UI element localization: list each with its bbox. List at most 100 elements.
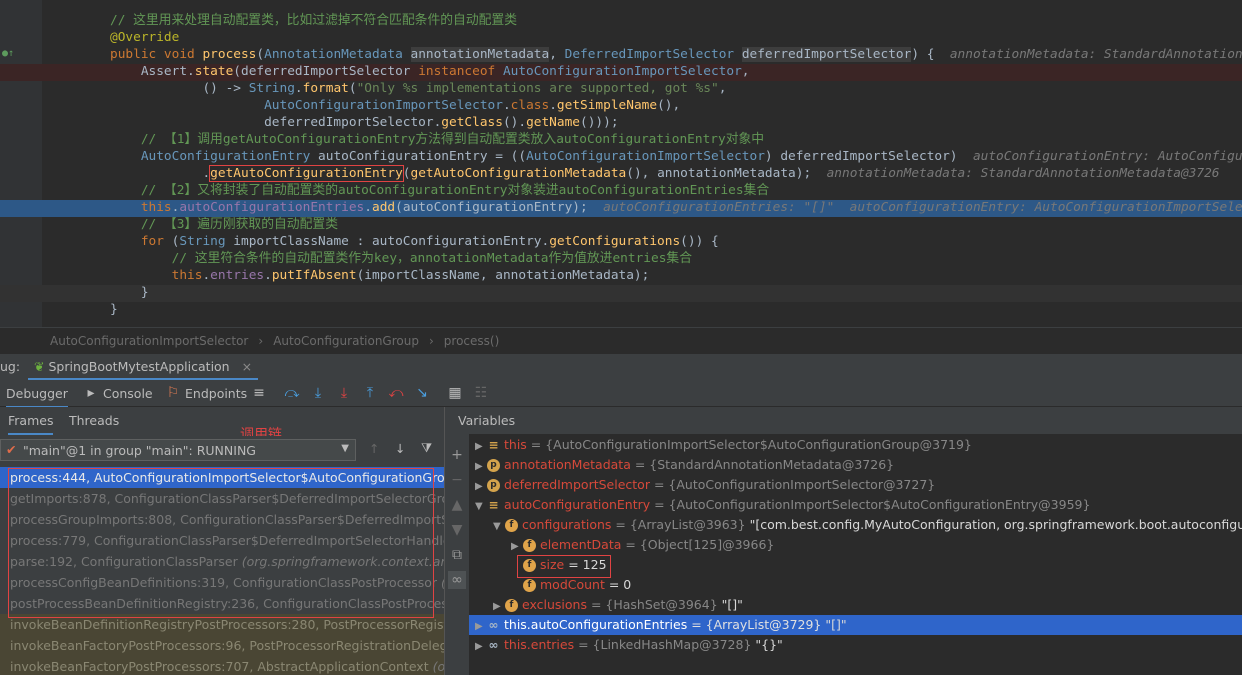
code-line[interactable]: .getAutoConfigurationEntry(getAutoConfig… [110,165,1242,182]
variables-panel: Variables + − ▲ ▼ ⧉ ∞ ▶ ≡ this = {AutoConf… [444,407,1242,675]
code-token: this [110,268,203,283]
variable-name: this.autoConfigurationEntries [504,617,688,632]
stack-frame[interactable]: invokeBeanFactoryPostProcessors:707, Abs… [0,656,444,675]
code-line[interactable]: AutoConfigurationEntry autoConfiguration… [110,148,1242,165]
show-watches-icon[interactable]: ∞ [448,571,466,589]
code-token: // 【3】遍历刚获取的自动配置类 [110,217,338,232]
code-line[interactable]: this.entries.putIfAbsent(importClassName… [110,267,1242,284]
variable-string-value: "[com.best.config.MyAutoConfiguration, o… [749,517,1242,532]
variable-row[interactable]: ▶ p annotationMetadata = {StandardAnnotati… [469,455,1242,475]
field-icon: f [505,599,518,612]
code-line[interactable]: // 【3】遍历刚获取的自动配置类 [110,216,1242,233]
breadcrumb-item[interactable]: process() [444,334,499,348]
expand-icon[interactable]: ▶ [475,637,487,655]
variable-row[interactable]: ▶ ≡ this = {AutoConfigurationImportSelecto… [469,435,1242,455]
code-token: ())); [580,115,619,130]
stack-frame[interactable]: invokeBeanFactoryPostProcessors:96, Post… [0,635,444,656]
code-line[interactable]: public void process(AnnotationMetadata a… [110,46,1242,63]
thread-name: "main"@1 in group "main": RUNNING [23,443,256,458]
expand-icon[interactable]: ▶ [493,597,505,615]
code-lines[interactable]: // 这里用来处理自动配置类，比如过滤掉不符合匹配条件的自动配置类 @Overri… [110,12,1242,318]
up-arrow-icon[interactable]: ↑ [369,441,379,456]
duplicate-icon[interactable]: ⧉ [448,546,466,564]
expand-icon[interactable]: ▶ [475,477,487,495]
variable-row[interactable]: ▶ f exclusions = {HashSet@3964} "[]" [469,595,1242,615]
evaluate-expression-icon[interactable]: ▦ [446,384,464,402]
code-token: (deferredImportSelector [233,64,419,79]
code-token: (), annotationMetadata); [626,166,827,181]
variable-row[interactable]: f modCount = 0 [469,575,1242,595]
collapse-icon[interactable]: ▼ [475,497,487,515]
code-editor[interactable]: ●↑ // 这里用来处理自动配置类，比如过滤掉不符合匹配条件的自动配置类 @Ove… [0,0,1242,327]
step-out-icon[interactable]: ⤒ [361,384,379,402]
step-over-icon[interactable]: ⤼ [283,384,301,402]
override-marker-icon[interactable]: ●↑ [2,48,14,59]
code-token: , [741,64,750,79]
code-line[interactable]: for (String importClassName : autoConfig… [110,233,1242,250]
step-into-icon[interactable]: ⤓ [309,384,327,402]
move-down-icon[interactable]: ▼ [448,521,466,539]
collapse-icon[interactable]: ▼ [493,517,505,535]
variable-row[interactable]: ▶ ∞ this.autoConfigurationEntries = {Array… [469,615,1242,635]
code-line[interactable]: @Override [110,29,1242,46]
expand-icon[interactable]: ▶ [475,437,487,455]
code-token: ( [402,166,411,181]
variable-row[interactable]: ▶ ∞ this.entries = {LinkedHashMap@3728} "{… [469,635,1242,655]
tab-frames[interactable]: Frames [8,413,54,435]
code-line[interactable]: Assert.state(deferredImportSelector inst… [110,63,1242,80]
breadcrumb-item[interactable]: AutoConfigurationImportSelector [50,334,248,348]
frames-panel: Frames Threads 调用链 ✔ "main"@1 in group "… [0,407,444,675]
code-line[interactable]: } [110,301,1242,318]
endpoints-icon: ⚐ [166,385,180,401]
add-watch-icon[interactable]: + [448,446,466,464]
drop-frame-icon[interactable]: ⤺ [387,384,405,402]
run-config-tab[interactable]: ❦ SpringBootMytestApplication × [28,354,259,380]
code-line[interactable]: // 【1】调用getAutoConfigurationEntry方法得到自动配… [110,131,1242,148]
code-token: getName [526,115,580,130]
expand-icon[interactable]: ▶ [511,537,523,555]
code-line[interactable]: // 这里符合条件的自动配置类作为key，annotationMetadata作… [110,250,1242,267]
variable-name: this [504,437,527,452]
variable-row[interactable]: ▼ ≡ autoConfigurationEntry = {AutoConfigur… [469,495,1242,515]
expand-icon[interactable]: ▶ [475,617,487,635]
code-line[interactable]: () -> String.format("Only %s implementat… [110,80,1242,97]
down-arrow-icon[interactable]: ↓ [395,441,405,456]
code-line[interactable]: AutoConfigurationImportSelector.class.ge… [110,97,1242,114]
run-to-cursor-icon[interactable]: ↘ [413,384,431,402]
menu-icon[interactable]: ≡ [250,384,268,402]
variable-row[interactable]: ▶ f elementData = {Object[125]@3966} [469,535,1242,555]
code-token: putIfAbsent [271,268,357,283]
code-line[interactable]: } [110,284,1242,301]
code-token: (), [657,98,681,113]
code-token: instanceof [418,64,503,79]
move-up-icon[interactable]: ▲ [448,496,466,514]
tab-endpoints[interactable]: Endpoints [185,386,247,401]
code-token: add [371,200,396,215]
tab-debugger[interactable]: Debugger [6,386,68,408]
close-tab-icon[interactable]: × [242,359,252,374]
variable-row[interactable]: ▶ p deferredImportSelector = {AutoConfigur… [469,475,1242,495]
code-line[interactable]: // 【2】又将封装了自动配置类的autoConfigurationEntry对… [110,182,1242,199]
force-step-into-icon[interactable]: ⤓ [335,384,353,402]
code-token: process [202,47,257,62]
tab-console[interactable]: Console [103,386,153,401]
code-token: this [110,200,172,215]
code-line[interactable]: deferredImportSelector.getClass().getNam… [110,114,1242,131]
variable-name: configurations [522,517,612,532]
tab-threads[interactable]: Threads [69,413,119,428]
code-token: . [364,200,372,215]
thread-dropdown[interactable]: ✔ "main"@1 in group "main": RUNNING ▼ [0,439,356,461]
breadcrumb-separator-icon: › [428,334,434,348]
editor-gutter[interactable]: ●↑ [0,0,42,327]
trace-icon[interactable]: ☷ [472,384,490,402]
remove-watch-icon[interactable]: − [448,471,466,489]
filter-icon[interactable]: ⧩ [421,440,432,456]
code-line[interactable]: this.autoConfigurationEntries.add(autoCo… [110,199,1242,216]
variable-row[interactable]: ▼ f configurations = {ArrayList@3963} "[co… [469,515,1242,535]
code-line[interactable]: // 这里用来处理自动配置类，比如过滤掉不符合匹配条件的自动配置类 [110,12,1242,29]
variable-value: = {LinkedHashMap@3728} [574,637,752,652]
breadcrumb-item[interactable]: AutoConfigurationGroup [273,334,419,348]
parameter-icon: p [487,459,500,472]
expand-icon[interactable]: ▶ [475,457,487,475]
code-token: @Override [110,30,180,45]
